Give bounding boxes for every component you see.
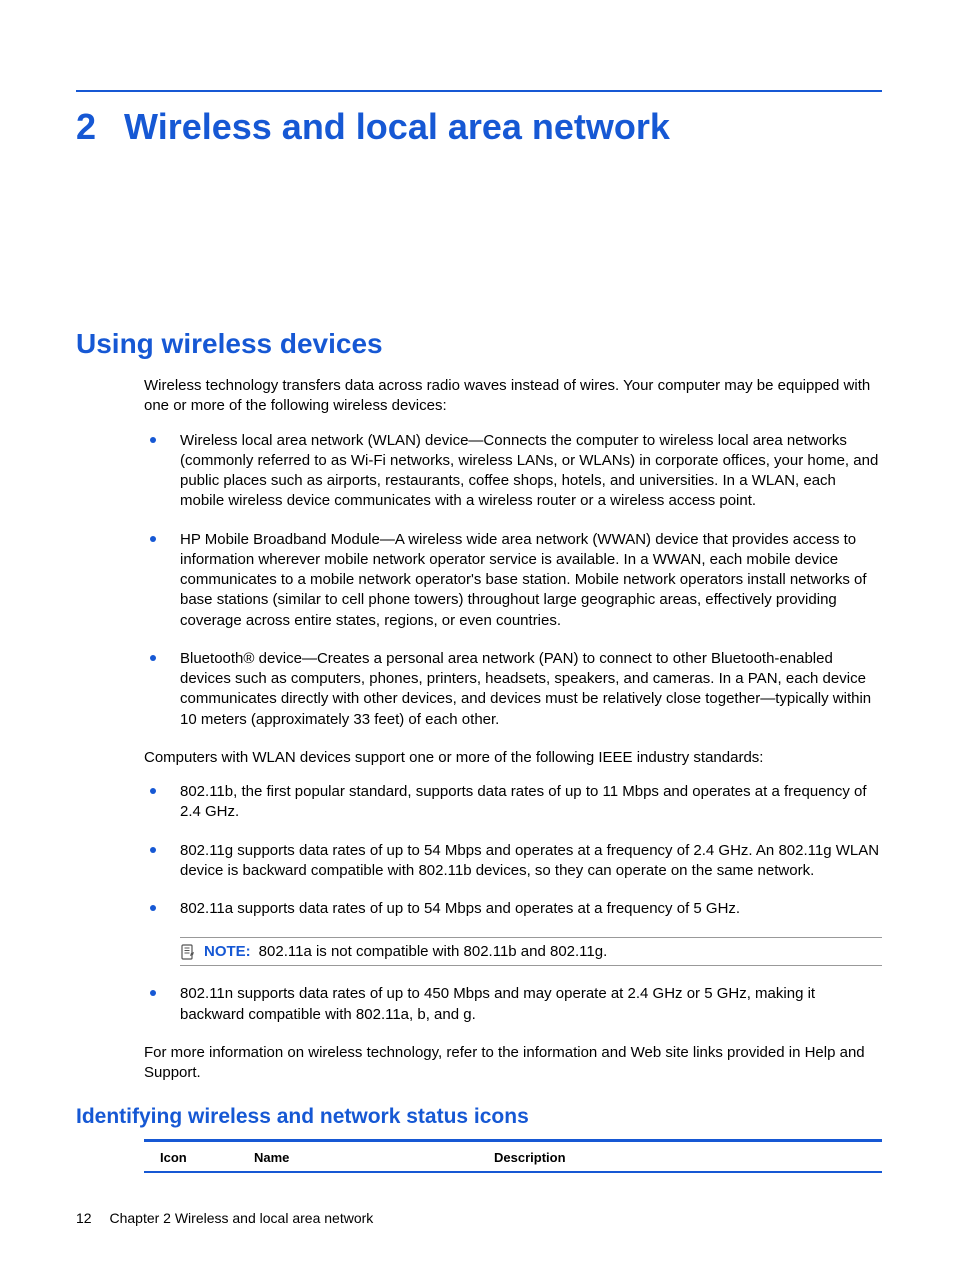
list-item: 802.11b, the first popular standard, sup…	[144, 782, 882, 823]
table-header-icon: Icon	[144, 1150, 254, 1165]
chapter-rule	[76, 90, 882, 92]
table-header-description: Description	[494, 1150, 882, 1165]
page-footer: 12 Chapter 2 Wireless and local area net…	[76, 1210, 373, 1226]
note-label: NOTE:	[204, 943, 251, 960]
more-info: For more information on wireless technol…	[144, 1043, 882, 1084]
standards-list-after: 802.11n supports data rates of up to 450…	[144, 984, 882, 1025]
standards-list: 802.11b, the first popular standard, sup…	[144, 782, 882, 919]
page-number: 12	[76, 1210, 92, 1226]
footer-chapter-label: Chapter 2 Wireless and local area networ…	[109, 1210, 373, 1226]
list-item: Wireless local area network (WLAN) devic…	[144, 431, 882, 512]
section-intro: Wireless technology transfers data acros…	[144, 376, 882, 417]
list-item: 802.11g supports data rates of up to 54 …	[144, 841, 882, 882]
chapter-heading: 2 Wireless and local area network	[76, 106, 882, 148]
table-header-name: Name	[254, 1150, 494, 1165]
list-item: 802.11a supports data rates of up to 54 …	[144, 899, 882, 919]
note-icon	[180, 944, 196, 960]
icon-status-table: Icon Name Description	[144, 1139, 882, 1173]
page-content: 2 Wireless and local area network Using …	[0, 0, 954, 1173]
chapter-number: 2	[76, 106, 96, 148]
note-box: NOTE: 802.11a is not compatible with 802…	[180, 937, 882, 966]
list-item: 802.11n supports data rates of up to 450…	[144, 984, 882, 1025]
standards-intro: Computers with WLAN devices support one …	[144, 748, 882, 768]
chapter-title: Wireless and local area network	[124, 106, 670, 148]
table-header-row: Icon Name Description	[144, 1142, 882, 1171]
subsection-heading: Identifying wireless and network status …	[76, 1105, 882, 1129]
note-text: 802.11a is not compatible with 802.11b a…	[259, 943, 608, 960]
devices-list: Wireless local area network (WLAN) devic…	[144, 431, 882, 730]
list-item: Bluetooth® device—Creates a personal are…	[144, 649, 882, 730]
section-heading: Using wireless devices	[76, 328, 882, 360]
list-item: HP Mobile Broadband Module—A wireless wi…	[144, 530, 882, 631]
